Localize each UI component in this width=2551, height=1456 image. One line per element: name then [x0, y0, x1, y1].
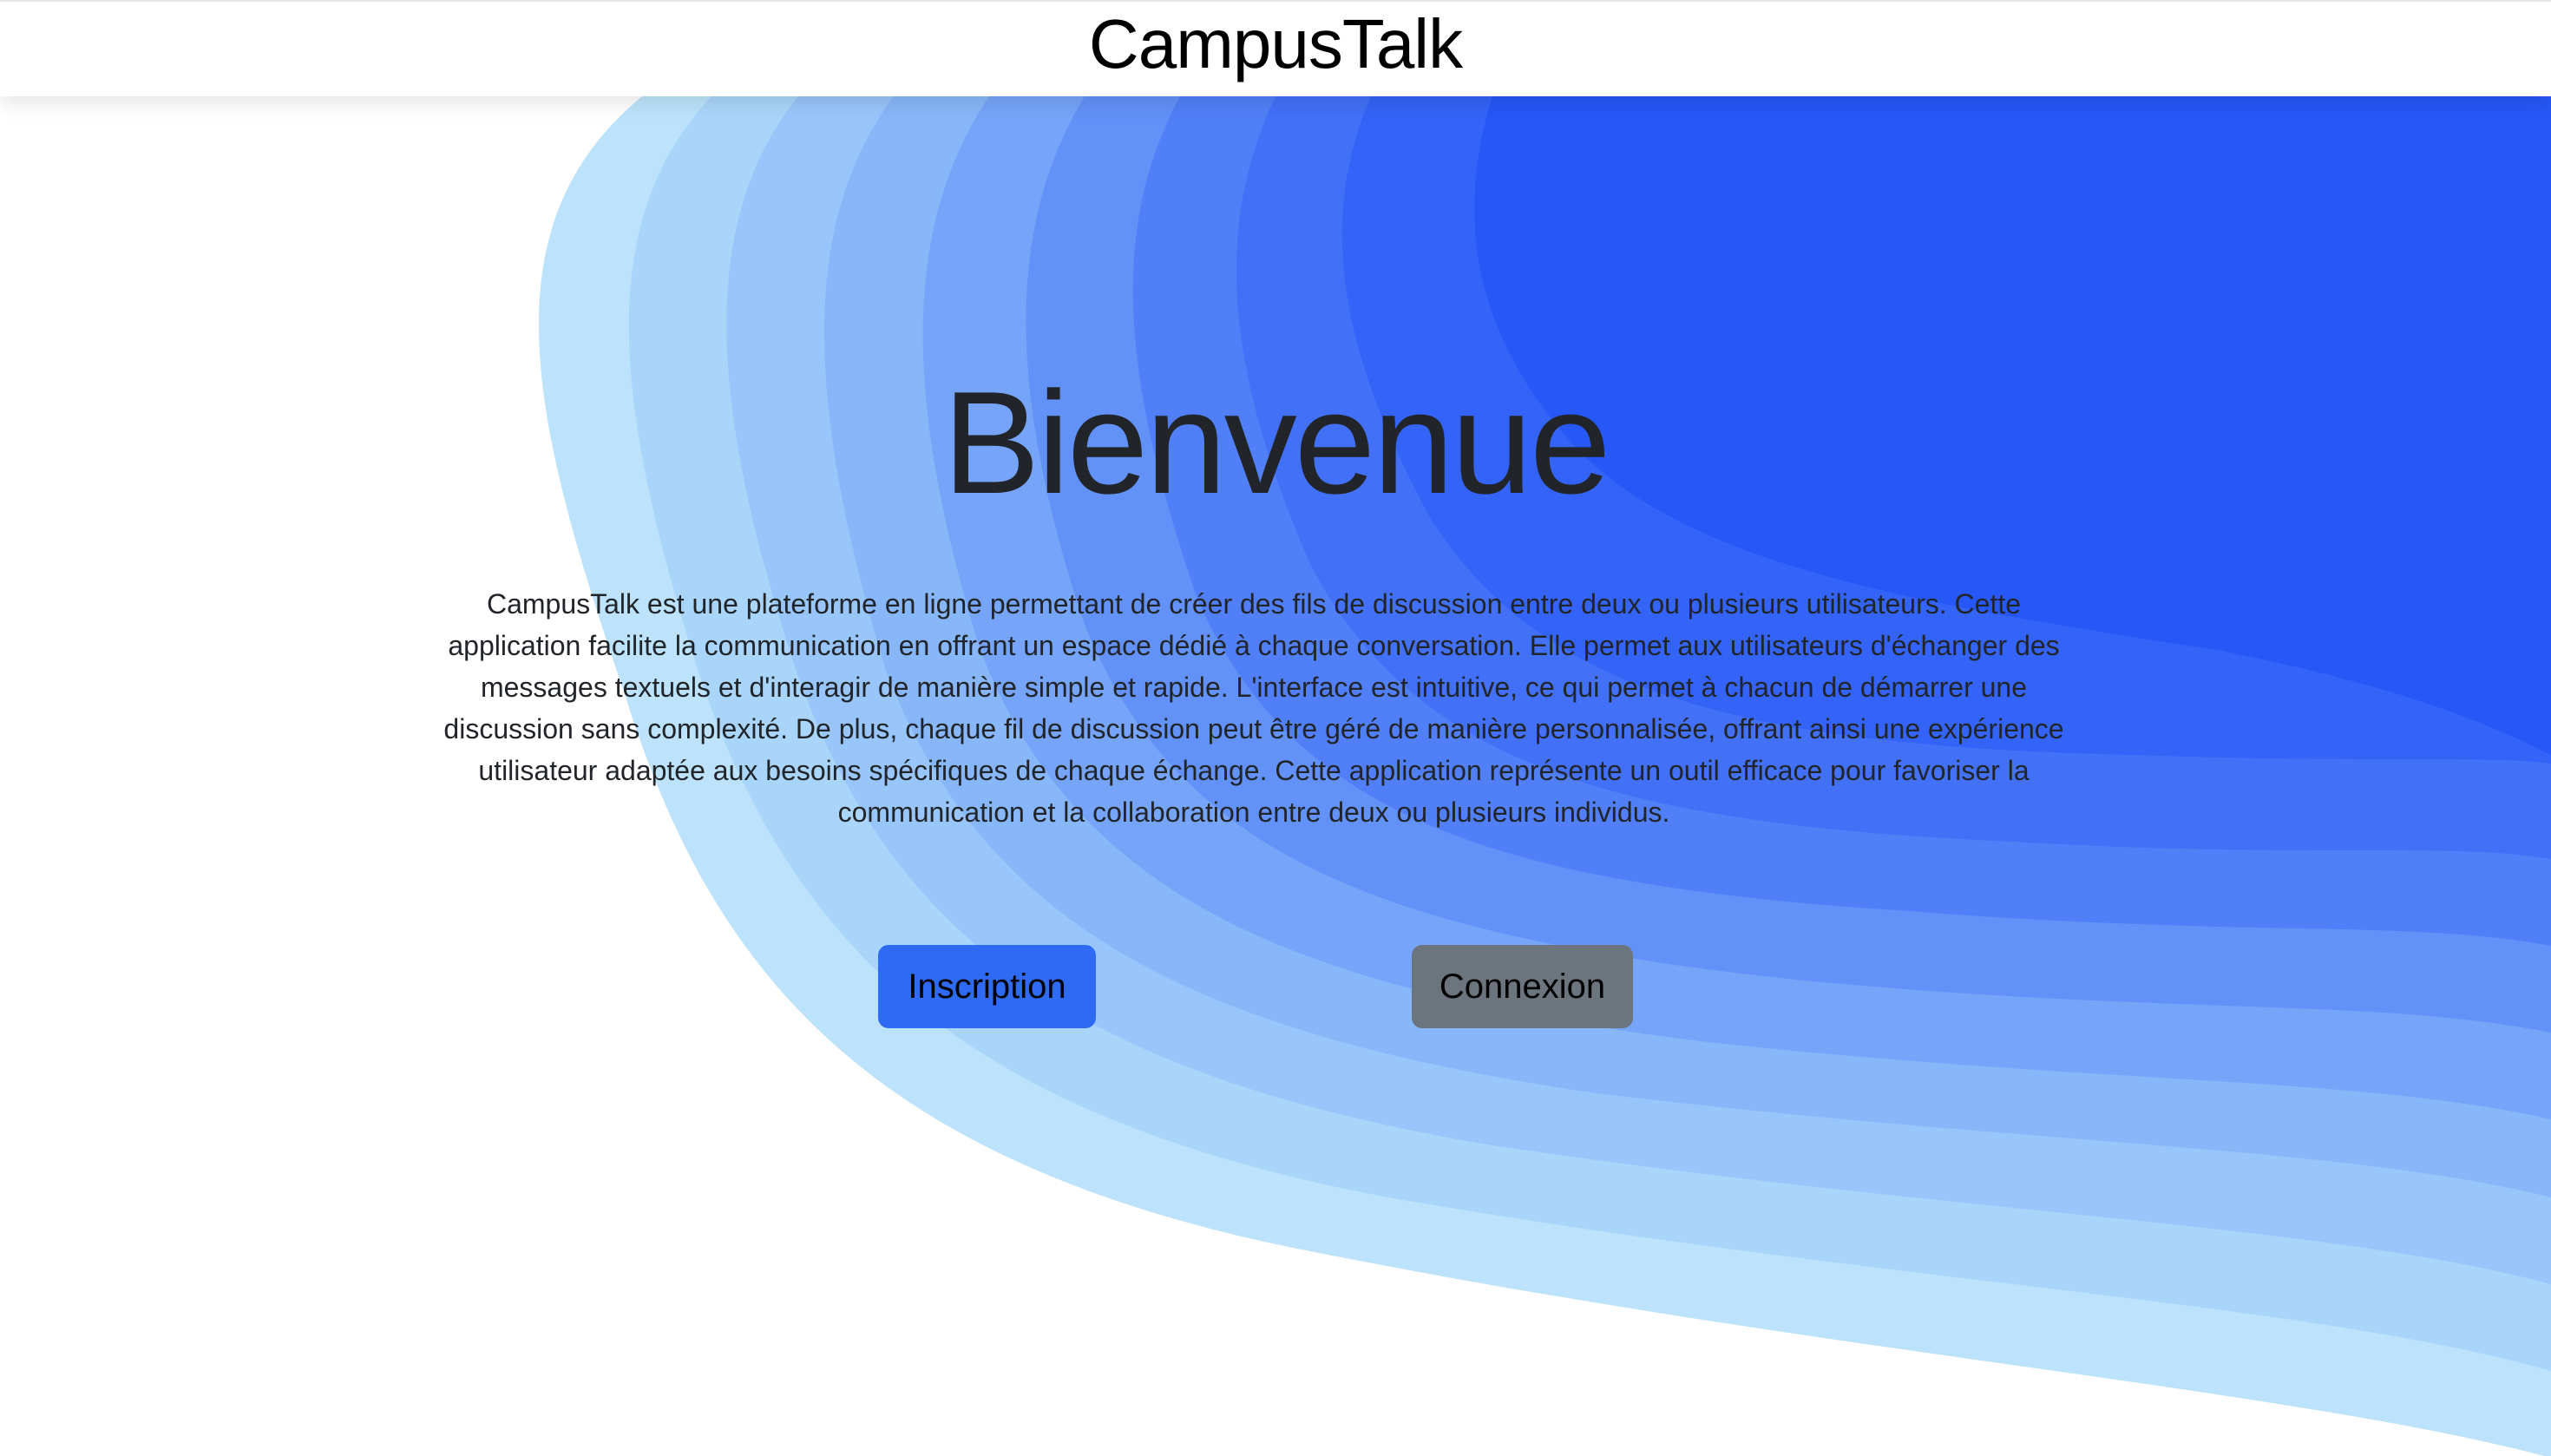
page-title: Bienvenue	[942, 361, 1611, 524]
hero-section: Bienvenue CampusTalk est une plateforme …	[0, 0, 2551, 1456]
landing-page: CampusTalk Bienvenue CampusTalk est une …	[0, 0, 2551, 1456]
signup-button[interactable]: Inscription	[878, 945, 1096, 1028]
top-navbar: CampusTalk	[0, 0, 2551, 96]
login-button[interactable]: Connexion	[1412, 945, 1633, 1028]
intro-paragraph: CampusTalk est une plateforme en ligne p…	[443, 588, 2064, 828]
brand-logo-link[interactable]: CampusTalk	[1089, 4, 1463, 84]
